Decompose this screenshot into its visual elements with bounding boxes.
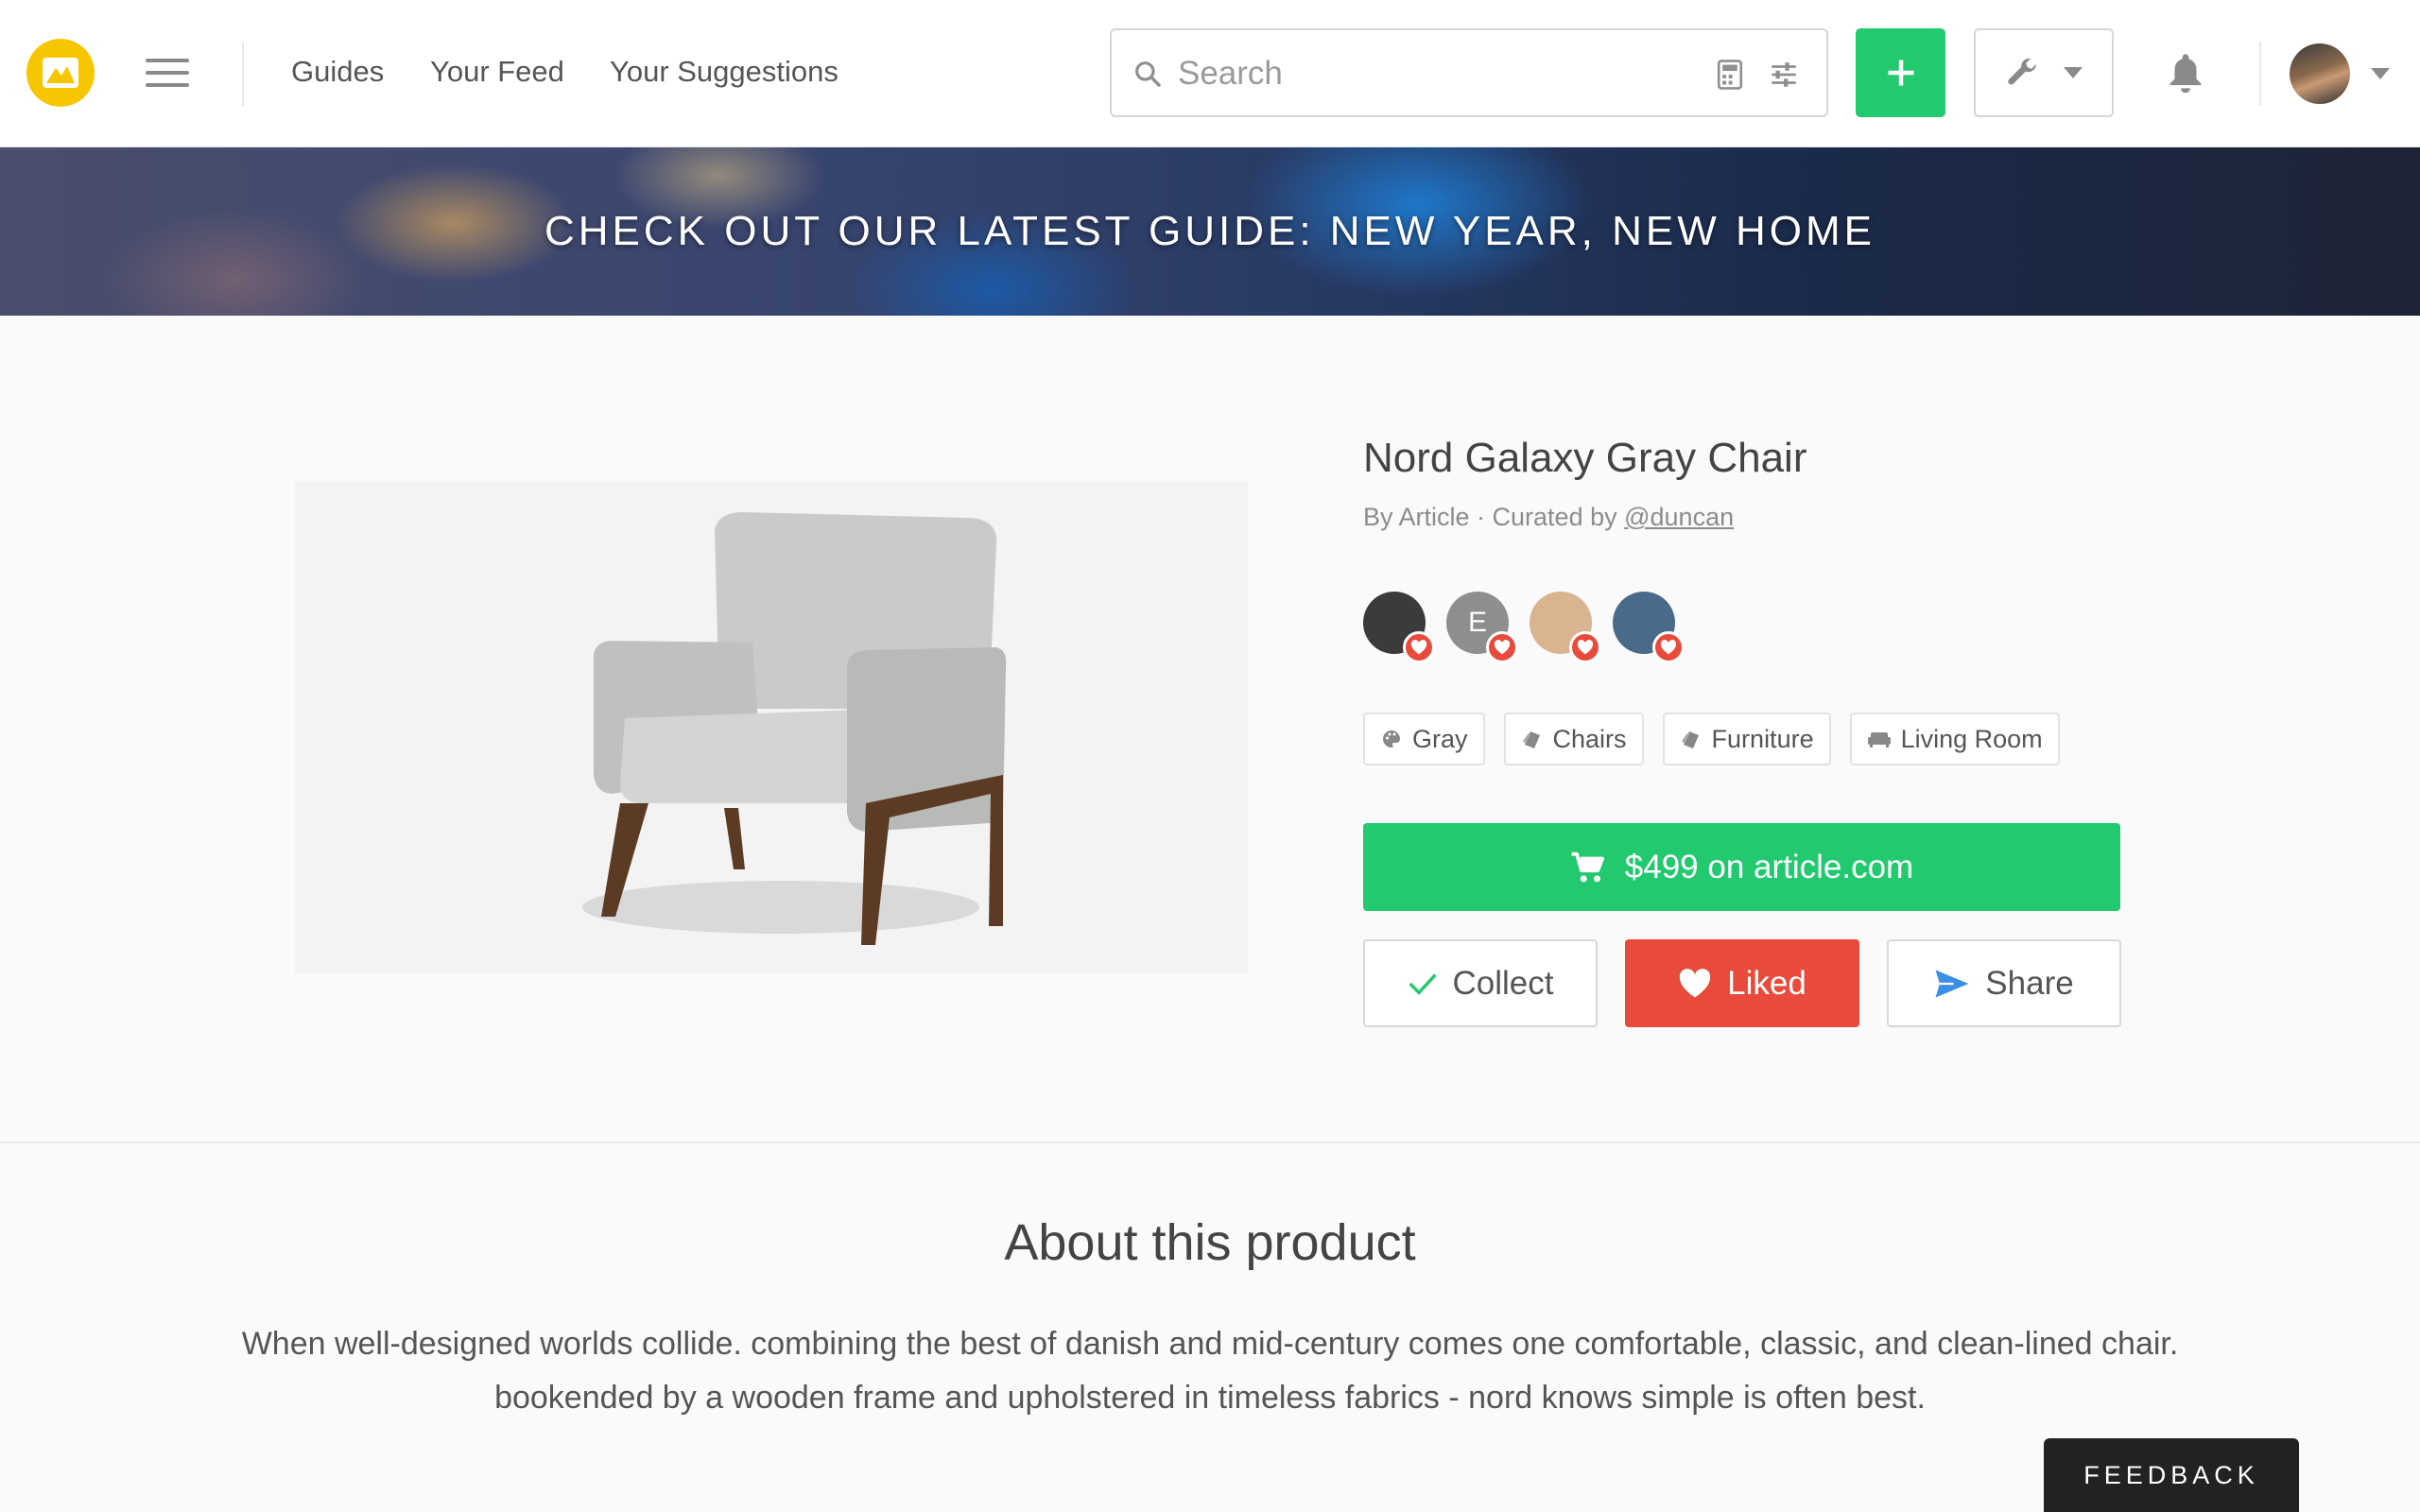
tools-dropdown-button[interactable] [1974,28,2114,117]
shopping-cart-icon [1571,851,1604,882]
buy-button[interactable]: $499 on article.com [1363,823,2120,911]
tag-label: Living Room [1900,724,2043,753]
byline-text: By Article · Curated by [1363,503,1625,531]
product-title: Nord Galaxy Gray Chair [1363,435,1807,481]
share-label: Share [1985,964,2074,1002]
liker-avatar[interactable] [1363,592,1435,663]
search-input[interactable] [1178,51,1669,96]
calculator-icon[interactable] [1715,59,1745,91]
plus-icon [1888,60,1913,86]
heart-badge-icon [1652,631,1685,663]
about-section-title: About this product [1004,1214,1416,1271]
liker-avatar[interactable]: E [1446,592,1518,663]
app-logo[interactable] [26,39,95,107]
send-icon [1935,969,1969,998]
heart-icon [1679,968,1711,998]
filter-sliders-icon[interactable] [1768,59,1800,91]
search-icon [1135,61,1161,87]
liked-button[interactable]: Liked [1625,939,1859,1027]
sofa-icon [1867,732,1891,747]
feedback-button[interactable]: FEEDBACK [2044,1438,2299,1512]
top-navigation-bar: Guides Your Feed Your Suggestions [0,0,2420,147]
nav-guides[interactable]: Guides [291,55,384,89]
search-bar [1110,28,1828,117]
tag-label: Furniture [1711,724,1814,753]
tag-list: Gray Chairs Furniture Living Room [1363,713,2060,765]
tag-chairs[interactable]: Chairs [1503,713,1644,765]
nav-your-suggestions[interactable]: Your Suggestions [610,55,838,89]
collect-label: Collect [1452,964,1554,1002]
menu-icon[interactable] [146,59,189,87]
liker-avatar[interactable] [1530,592,1601,663]
nav-your-feed[interactable]: Your Feed [430,55,564,89]
checkmark-icon [1408,972,1437,995]
tag-label: Chairs [1552,724,1627,753]
divider [242,42,244,106]
heart-badge-icon [1569,631,1601,663]
buy-button-label: $499 on article.com [1624,848,1914,885]
palette-icon [1383,730,1400,747]
product-byline: By Article · Curated by @duncan [1363,503,1734,532]
chevron-down-icon[interactable] [2369,66,2392,81]
tag-label: Gray [1412,724,1468,753]
notification-bell-icon[interactable] [2167,51,2204,94]
wrench-icon [2008,58,2036,85]
tag-gray[interactable]: Gray [1363,713,1485,765]
promo-banner[interactable]: CHECK OUT OUR LATEST GUIDE: NEW YEAR, NE… [0,147,2420,316]
chair-image [582,512,1007,945]
liked-label: Liked [1727,964,1806,1002]
about-description: When well-designed worlds collide. combi… [241,1326,2179,1416]
divider [2259,42,2261,106]
user-avatar[interactable] [2290,43,2350,104]
chevron-down-icon [2064,67,2083,78]
liker-avatar[interactable] [1613,592,1685,663]
section-divider [0,1142,2420,1143]
category-icon [1681,731,1699,748]
category-icon [1522,731,1540,748]
heart-badge-icon [1403,631,1435,663]
collect-button[interactable]: Collect [1363,939,1598,1027]
share-button[interactable]: Share [1887,939,2121,1027]
tag-living-room[interactable]: Living Room [1849,713,2060,765]
banner-text: CHECK OUT OUR LATEST GUIDE: NEW YEAR, NE… [544,208,1876,254]
product-image [295,482,1248,973]
add-button[interactable] [1856,28,1945,117]
tag-furniture[interactable]: Furniture [1662,713,1831,765]
heart-badge-icon [1486,631,1518,663]
curator-link[interactable]: @duncan [1624,503,1734,531]
logo-icon [43,58,78,88]
